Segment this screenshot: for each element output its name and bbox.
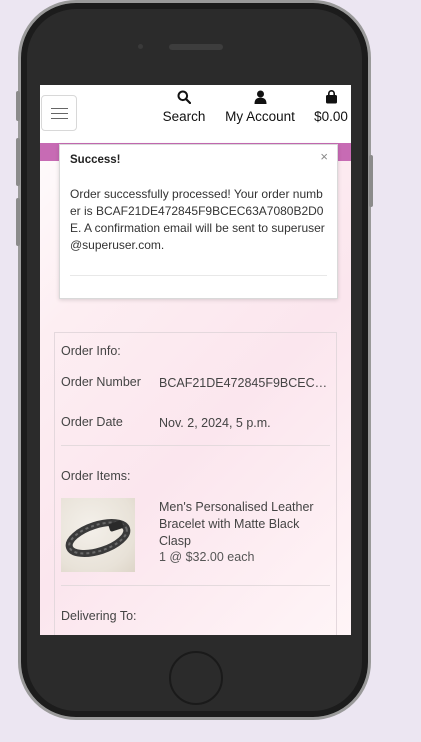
earpiece-speaker [169, 44, 223, 50]
search-nav-label: Search [162, 109, 206, 124]
success-toast: Success! × Order successfully processed!… [59, 144, 338, 299]
toast-message: Order successfully processed! Your order… [70, 187, 325, 252]
order-date-label: Order Date [61, 415, 123, 429]
bag-total: $0.00 [314, 109, 348, 124]
delivering-to-heading: Delivering To: [61, 609, 137, 623]
power-button [369, 155, 373, 207]
front-camera [138, 44, 143, 49]
product-name: Men's Personalised Leather Bracelet with… [159, 500, 314, 548]
hamburger-icon[interactable] [41, 95, 77, 131]
search-icon [159, 89, 209, 109]
volume-up-button [16, 138, 20, 186]
order-number-label: Order Number [61, 375, 141, 389]
mute-switch [16, 91, 20, 121]
home-button[interactable] [169, 651, 223, 705]
order-items-heading: Order Items: [61, 469, 131, 483]
top-navbar: Search My Account $0.00 [40, 85, 351, 145]
section-divider [61, 445, 330, 446]
toast-title: Success! [70, 154, 121, 166]
search-nav-link[interactable]: Search [159, 89, 209, 124]
order-date-value: Nov. 2, 2024, 5 p.m. [159, 416, 271, 430]
product-quantity-price: 1 @ $32.00 each [159, 550, 255, 564]
shopping-bag-nav-link[interactable]: $0.00 [310, 89, 351, 124]
my-account-nav-label: My Account [225, 109, 295, 124]
order-summary-card: Order Info: Order Number BCAF21DE472845F… [54, 332, 337, 635]
order-number-value: BCAF21DE472845F9BCEC63A7080B2D0E [159, 376, 331, 390]
phone-screen: Search My Account $0.00 Success! × Order… [40, 85, 351, 635]
close-icon[interactable]: × [320, 149, 328, 164]
toast-divider [70, 275, 327, 276]
section-divider [61, 585, 330, 586]
product-thumbnail[interactable] [61, 498, 135, 572]
order-info-heading: Order Info: [61, 344, 121, 358]
shopping-bag-icon [310, 89, 351, 109]
volume-down-button [16, 198, 20, 246]
user-icon [220, 89, 300, 109]
my-account-nav-link[interactable]: My Account [220, 89, 300, 124]
